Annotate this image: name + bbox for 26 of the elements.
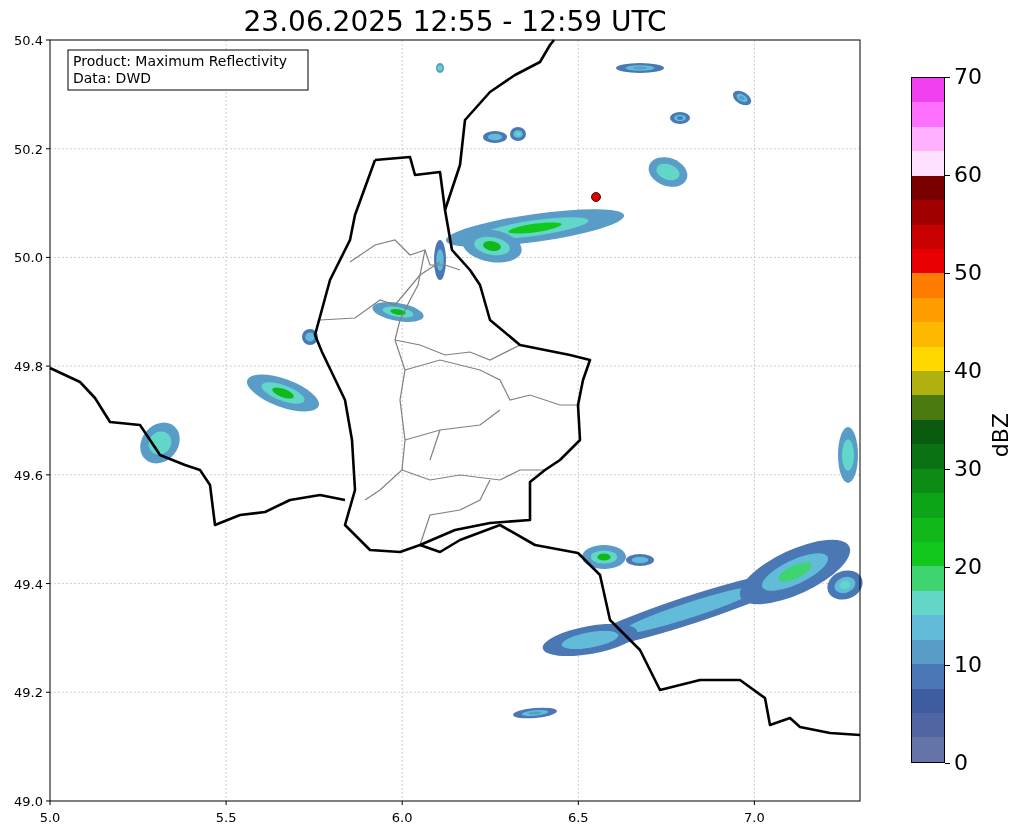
y-tick-label: 49.2 — [14, 685, 43, 701]
colorbar-tick-label: 40 — [954, 358, 982, 384]
info-text: Product: Maximum Reflectivity — [73, 53, 287, 69]
x-tick-label: 5.5 — [215, 810, 237, 825]
colorbar-label: dBZ — [988, 413, 1013, 458]
colorbar-tick-label: 0 — [954, 750, 968, 776]
y-tick-label: 49.0 — [14, 793, 43, 809]
y-tick-label: 49.8 — [14, 359, 43, 375]
y-tick-label: 50.2 — [14, 141, 43, 157]
chart-title: 23.06.2025 12:55 - 12:59 UTC — [243, 4, 667, 38]
colorbar-tick-label: 30 — [954, 456, 982, 482]
y-tick-label: 50.4 — [14, 33, 43, 48]
y-tick-label: 50.0 — [14, 250, 43, 266]
colorbar-tick-label: 70 — [954, 64, 982, 90]
colorbar-tick-label: 10 — [954, 652, 982, 678]
y-tick-label: 49.6 — [14, 467, 43, 483]
y-tick-label: 49.4 — [14, 576, 43, 592]
x-tick-label: 6.0 — [391, 810, 413, 825]
x-tick-label: 7.0 — [744, 810, 765, 825]
colorbar-tick-label: 50 — [954, 260, 982, 286]
info-text: Data: DWD — [73, 70, 151, 86]
x-tick-label: 6.5 — [567, 810, 589, 825]
x-tick-label: 5.0 — [39, 810, 61, 825]
colorbar-tick-label: 60 — [954, 162, 982, 188]
location-marker — [591, 192, 601, 202]
colorbar-tick-label: 20 — [954, 554, 982, 580]
